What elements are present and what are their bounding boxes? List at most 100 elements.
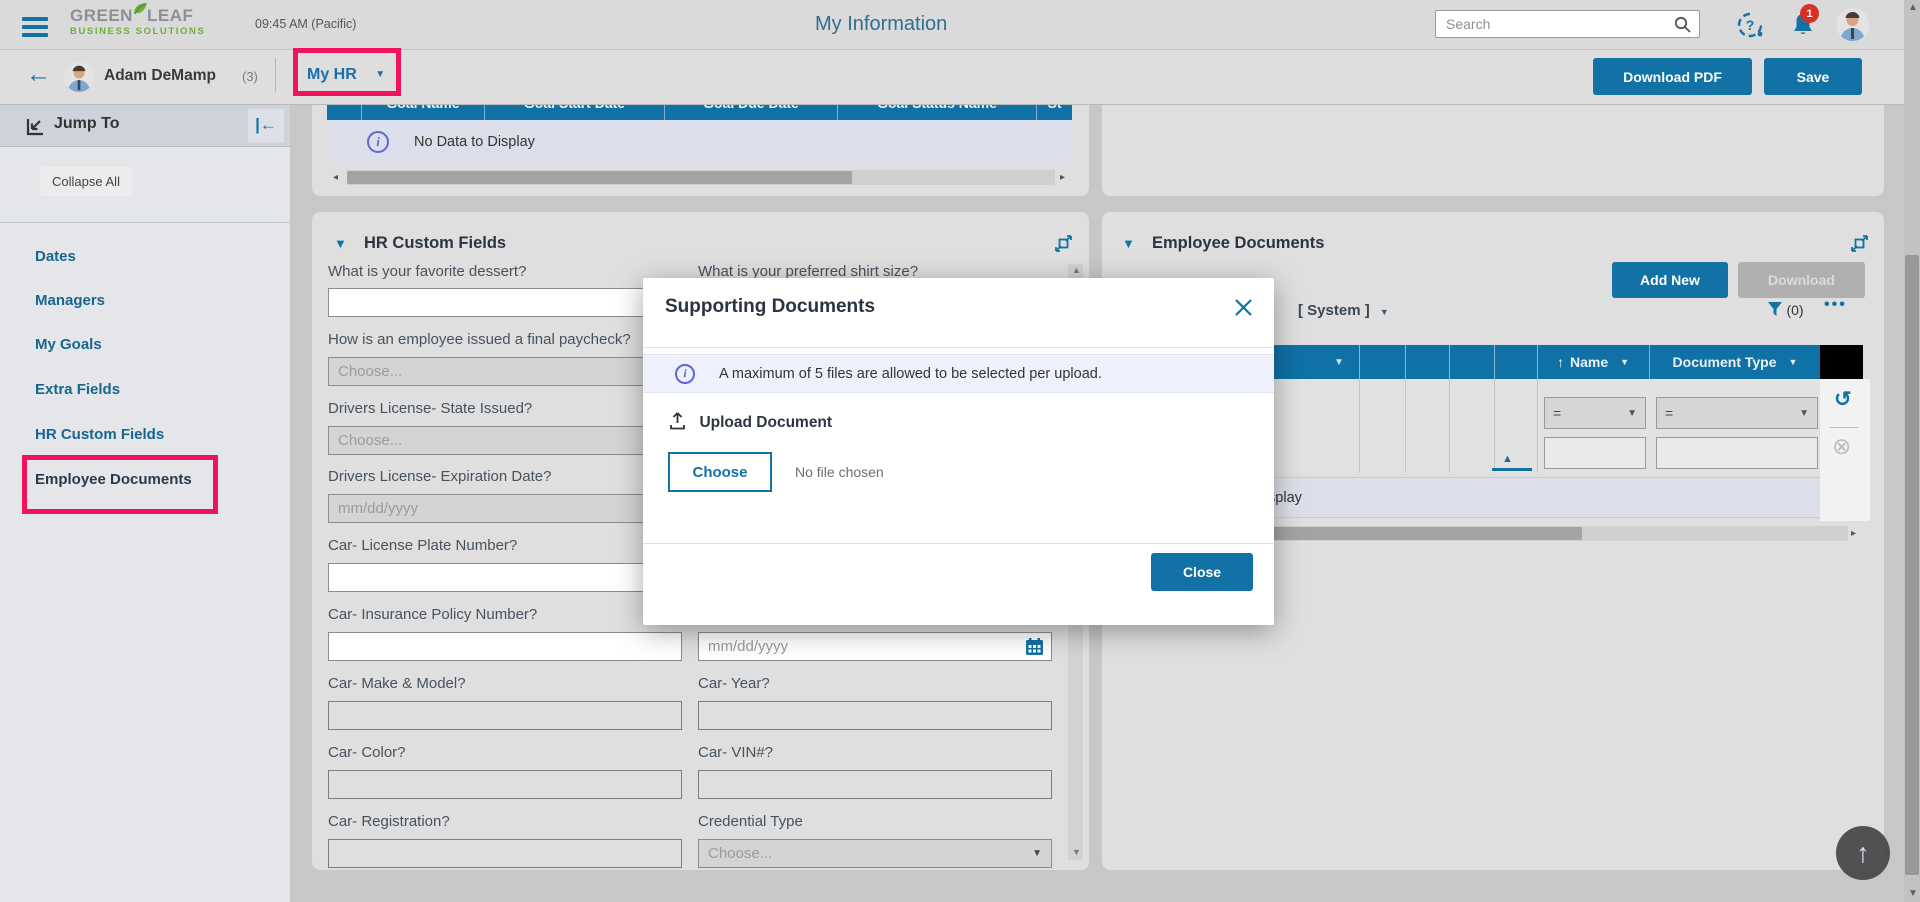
chevron-down-icon: ▼	[1799, 407, 1809, 419]
field-label-favorite-dessert: What is your favorite dessert?	[328, 263, 527, 280]
field-select-final-paycheck[interactable]: Choose...▼	[328, 357, 682, 386]
expand-panel-icon[interactable]	[1850, 234, 1869, 253]
type-filter-operator[interactable]: = ▼	[1656, 397, 1818, 429]
back-arrow-icon[interactable]: ←	[26, 60, 51, 89]
field-label-insurance-policy: Car- Insurance Policy Number?	[328, 606, 538, 623]
field-label-credential-type: Credential Type	[698, 813, 803, 830]
field-input-favorite-dessert[interactable]	[328, 288, 682, 317]
notification-count-badge: 1	[1800, 4, 1819, 23]
annotation-box-employee-documents	[22, 455, 218, 514]
hr-custom-fields-title: HR Custom Fields	[364, 234, 507, 252]
notifications-bell[interactable]: 1	[1790, 4, 1819, 43]
sidebar-item-hr-custom-fields[interactable]: HR Custom Fields	[35, 426, 164, 443]
sidebar-item-my-goals[interactable]: My Goals	[35, 336, 102, 353]
field-label-car-year: Car- Year?	[698, 675, 770, 692]
hamburger-menu-icon[interactable]	[22, 13, 48, 41]
scroll-left-icon[interactable]: ◂	[333, 173, 338, 183]
field-input-car-year[interactable]	[698, 701, 1052, 730]
scrollbar-thumb[interactable]	[347, 171, 852, 184]
system-view-dropdown[interactable]: [ System ] ▼	[1298, 302, 1389, 319]
logo-text-leaf: LEAF	[146, 6, 194, 25]
field-input-car-color[interactable]	[328, 770, 682, 799]
download-button[interactable]: Download	[1738, 262, 1865, 298]
chevron-down-icon[interactable]: ▼	[1620, 357, 1629, 367]
no-file-chosen-text: No file chosen	[795, 464, 884, 480]
scroll-up-icon[interactable]: ▲	[1072, 266, 1081, 275]
scroll-right-icon[interactable]: ▸	[1060, 173, 1065, 183]
field-select-credential-type[interactable]: Choose... ▼	[698, 839, 1052, 868]
col-label: Name	[1569, 354, 1609, 370]
collapse-section-icon[interactable]: ▼	[1122, 236, 1135, 251]
annotation-box-my-hr	[293, 48, 401, 96]
add-new-button[interactable]: Add New	[1612, 262, 1728, 298]
name-filter-input[interactable]	[1544, 437, 1646, 469]
documents-col-name[interactable]: ↑ Name ▼	[1537, 345, 1650, 379]
modal-info-banner: i A maximum of 5 files are allowed to be…	[643, 354, 1274, 393]
documents-col-document-type[interactable]: Document Type ▼	[1650, 345, 1820, 379]
sidebar-item-managers[interactable]: Managers	[35, 292, 105, 309]
expand-panel-icon[interactable]	[1054, 234, 1073, 253]
col-label: Document Type	[1672, 354, 1777, 370]
collapse-all-label: Collapse All	[52, 174, 120, 189]
goals-empty-text: No Data to Display	[414, 133, 535, 150]
field-input-license-expiration[interactable]	[328, 494, 682, 523]
employee-name: Adam DeMamp	[104, 67, 216, 84]
field-input-insurance-policy[interactable]	[328, 632, 682, 661]
clear-filters-icon[interactable]: ⊗	[1832, 433, 1851, 460]
sidebar-item-dates[interactable]: Dates	[35, 248, 76, 265]
sidebar-collapse-icon[interactable]: |←	[248, 109, 284, 143]
supporting-documents-modal: Supporting Documents i A maximum of 5 fi…	[643, 278, 1274, 625]
goals-hscrollbar[interactable]: ◂ ▸	[327, 168, 1072, 188]
collapse-section-icon[interactable]: ▼	[334, 236, 347, 251]
field-label-license-state: Drivers License- State Issued?	[328, 400, 533, 417]
scroll-down-icon[interactable]: ▼	[1908, 888, 1918, 899]
field-label-make-model: Car- Make & Model?	[328, 675, 466, 692]
collapse-all-button[interactable]: Collapse All	[40, 167, 132, 196]
employee-toolbar: ← Adam DeMamp (3) My HR ▼ Download PDF S…	[0, 50, 1920, 105]
more-options-icon[interactable]: •••	[1824, 296, 1847, 314]
field-input-car-registration[interactable]	[328, 839, 682, 868]
greenleaf-logo: GREEN LEAF BUSINESS SOLUTIONS	[70, 3, 205, 37]
search-input[interactable]	[1444, 15, 1674, 33]
jump-to-icon	[26, 119, 43, 136]
divider	[275, 58, 276, 92]
field-select-license-state[interactable]: Choose...▼	[328, 426, 682, 455]
refresh-filters-icon[interactable]: ↺	[1834, 387, 1852, 412]
add-new-label: Add New	[1640, 272, 1700, 288]
type-filter-input[interactable]	[1656, 437, 1818, 469]
employee-documents-title: Employee Documents	[1152, 234, 1325, 252]
scroll-up-icon[interactable]: ▲	[1908, 2, 1918, 13]
scroll-to-top-button[interactable]: ↑	[1836, 826, 1890, 880]
scrollbar-thumb[interactable]	[1905, 255, 1919, 875]
goals-empty-row: i No Data to Display	[327, 120, 1072, 163]
scroll-right-icon[interactable]: ▸	[1851, 529, 1856, 539]
field-input-license-plate[interactable]	[328, 563, 682, 592]
user-avatar[interactable]	[1836, 8, 1869, 41]
search-icon[interactable]	[1674, 16, 1691, 33]
help-icon[interactable]: ?	[1736, 11, 1764, 44]
scroll-down-icon[interactable]: ▼	[1072, 848, 1081, 857]
chevron-down-icon[interactable]: ▼	[1334, 357, 1344, 368]
calendar-icon[interactable]	[1025, 637, 1044, 656]
save-button[interactable]: Save	[1764, 58, 1862, 95]
choose-file-button[interactable]: Choose	[668, 452, 772, 492]
page-vscrollbar[interactable]: ▲ ▼	[1904, 0, 1920, 902]
documents-header-corner-cell	[1820, 345, 1863, 379]
modal-title: Supporting Documents	[665, 296, 876, 317]
download-pdf-button[interactable]: Download PDF	[1593, 58, 1752, 95]
close-icon[interactable]	[1234, 298, 1253, 317]
search-box	[1435, 10, 1700, 38]
filter-control[interactable]: (0)	[1768, 302, 1804, 320]
employee-count: (3)	[242, 69, 258, 84]
field-input-make-model[interactable]	[328, 701, 682, 730]
sidebar-item-extra-fields[interactable]: Extra Fields	[35, 381, 120, 398]
employee-avatar	[64, 62, 94, 92]
name-filter-operator[interactable]: = ▼	[1544, 397, 1646, 429]
upload-document-section-label: Upload Document	[669, 412, 832, 432]
field-input-car-vin[interactable]	[698, 770, 1052, 799]
field-input-insurance-expiration-date[interactable]	[698, 632, 1052, 661]
column-resize-marker-icon[interactable]: ▲	[1502, 453, 1513, 465]
arrow-up-icon: ↑	[1856, 837, 1870, 868]
chevron-down-icon[interactable]: ▼	[1789, 357, 1798, 367]
close-button[interactable]: Close	[1151, 553, 1253, 591]
